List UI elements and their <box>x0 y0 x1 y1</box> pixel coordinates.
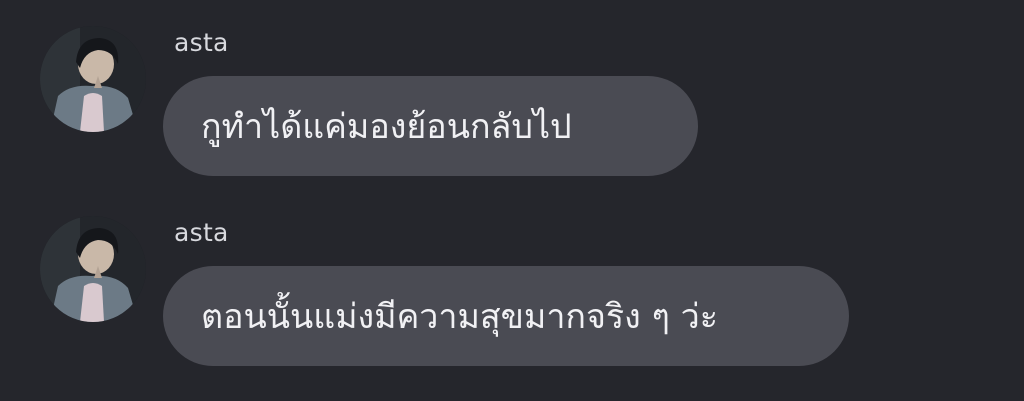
message-text: ตอนนั้นแม่งมีความสุขมากจริง ๆ ว่ะ <box>201 297 719 337</box>
avatar[interactable] <box>40 26 146 132</box>
avatar-photo-icon <box>40 26 146 132</box>
avatar[interactable] <box>40 216 146 322</box>
message-bubble[interactable]: ตอนนั้นแม่งมีความสุขมากจริง ๆ ว่ะ <box>163 266 849 366</box>
avatar-photo-icon <box>40 216 146 322</box>
chat-thread: asta กูทำได้แค่มองย้อนกลับไป asta ตอนนั้… <box>0 0 1024 401</box>
message-group: asta ตอนนั้นแม่งมีความสุขมากจริง ๆ ว่ะ <box>0 190 1024 380</box>
message-bubble[interactable]: กูทำได้แค่มองย้อนกลับไป <box>163 76 698 176</box>
message-text: กูทำได้แค่มองย้อนกลับไป <box>201 107 572 147</box>
message-group: asta กูทำได้แค่มองย้อนกลับไป <box>0 0 1024 190</box>
sender-name: asta <box>174 28 229 57</box>
sender-name: asta <box>174 218 229 247</box>
